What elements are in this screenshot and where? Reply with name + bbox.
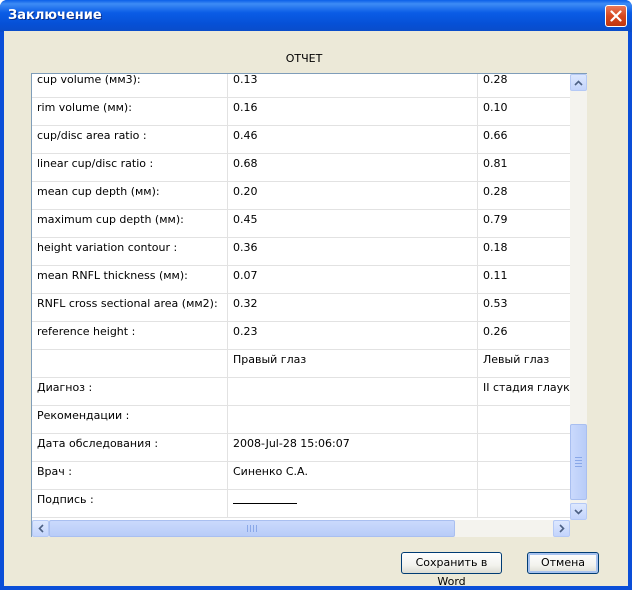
table-row: RNFL cross sectional area (мм2): 0.32 0.53 (32, 294, 570, 322)
left-eye-value: 0.10 (478, 98, 570, 126)
left-eye-value (478, 406, 570, 434)
horizontal-scrollbar[interactable] (32, 520, 570, 537)
scroll-left-button[interactable] (32, 520, 49, 537)
table-row: Диагноз : II стадия глаукомы (32, 378, 570, 406)
close-icon (610, 10, 622, 22)
left-eye-value: Левый глаз (478, 350, 570, 378)
signature-line (233, 493, 297, 504)
row-label: linear cup/disc ratio : (32, 154, 228, 182)
table-row: Врач : Синенко С.А. (32, 462, 570, 490)
left-eye-value (478, 434, 570, 462)
left-eye-value: II стадия глаукомы (478, 378, 570, 406)
left-eye-value: 0.26 (478, 322, 570, 350)
row-label: Диагноз : (32, 378, 228, 406)
row-label: Врач : (32, 462, 228, 490)
scroll-up-button[interactable] (570, 74, 587, 91)
left-eye-value (478, 490, 570, 518)
scroll-down-button[interactable] (570, 503, 587, 520)
right-eye-value: 0.13 (228, 74, 478, 98)
table-row: cup/disc area ratio :0.46 0.66 (32, 126, 570, 154)
row-label: mean cup depth (мм): (32, 182, 228, 210)
right-eye-value: 0.16 (228, 98, 478, 126)
table-row: mean cup depth (мм): 0.20 0.28 (32, 182, 570, 210)
table-row: cup volume (мм3): 0.13 0.28 (32, 74, 570, 98)
scrollbar-corner (570, 520, 587, 537)
horizontal-scroll-thumb[interactable] (49, 520, 455, 537)
table-row: mean RNFL thickness (мм): 0.07 0.11 (32, 266, 570, 294)
row-label: mean RNFL thickness (мм): (32, 266, 228, 294)
dialog-window: Заключение ОТЧЕТ cup volume (мм3): 0.13 0.… (0, 0, 632, 590)
vertical-scrollbar[interactable] (570, 74, 587, 520)
report-panel: cup volume (мм3): 0.13 0.28 rim volume (мм)… (31, 73, 587, 537)
right-eye-value (228, 378, 478, 406)
table-row: reference height :0.23 0.26 (32, 322, 570, 350)
table-row: Правый глаз Левый глаз (32, 350, 570, 378)
left-eye-value: 0.81 (478, 154, 570, 182)
table-row: Дата обследования :2008-Jul-28 15:06:07 (32, 434, 570, 462)
save-to-word-button[interactable]: Сохранить в Word (401, 552, 502, 588)
right-eye-value: Правый глаз (228, 350, 478, 378)
row-label: Подпись : (32, 490, 228, 518)
table-row: Рекомендации : (32, 406, 570, 434)
right-eye-value: 0.46 (228, 126, 478, 154)
left-eye-value: 0.79 (478, 210, 570, 238)
row-label: cup volume (мм3): (32, 74, 228, 98)
right-eye-value: 0.07 (228, 266, 478, 294)
window-title: Заключение (8, 8, 102, 23)
row-label: reference height : (32, 322, 228, 350)
row-label: height variation contour : (32, 238, 228, 266)
scroll-right-button[interactable] (553, 520, 570, 537)
table-row: maximum cup depth (мм): 0.45 0.79 (32, 210, 570, 238)
left-eye-value: 0.53 (478, 294, 570, 322)
right-eye-value: Синенко С.А. (228, 462, 478, 490)
right-eye-value (228, 406, 478, 434)
title-bar[interactable]: Заключение (0, 0, 632, 32)
row-label: rim volume (мм): (32, 98, 228, 126)
chevron-down-icon (574, 508, 583, 515)
table-row: Подпись : (32, 490, 570, 518)
row-label: maximum cup depth (мм): (32, 210, 228, 238)
left-eye-value: 0.11 (478, 266, 570, 294)
left-eye-value: 0.66 (478, 126, 570, 154)
cancel-button[interactable]: Отмена (527, 552, 599, 574)
table-row: rim volume (мм): 0.16 0.10 (32, 98, 570, 126)
row-label (32, 350, 228, 378)
table-row: height variation contour :0.36 0.18 (32, 238, 570, 266)
right-eye-value: 0.20 (228, 182, 478, 210)
row-label: cup/disc area ratio : (32, 126, 228, 154)
chevron-left-icon (37, 524, 44, 533)
right-eye-value: 0.68 (228, 154, 478, 182)
left-eye-value: 0.28 (478, 182, 570, 210)
row-label: Дата обследования : (32, 434, 228, 462)
chevron-up-icon (574, 79, 583, 86)
right-eye-value: 0.32 (228, 294, 478, 322)
row-label: Рекомендации : (32, 406, 228, 434)
table-row: linear cup/disc ratio :0.68 0.81 (32, 154, 570, 182)
right-eye-value: 2008-Jul-28 15:06:07 (228, 434, 478, 462)
right-eye-value: 0.23 (228, 322, 478, 350)
left-eye-value (478, 462, 570, 490)
left-eye-value: 0.28 (478, 74, 570, 98)
right-eye-value: 0.36 (228, 238, 478, 266)
chevron-right-icon (558, 524, 565, 533)
vertical-scroll-thumb[interactable] (570, 424, 587, 500)
close-button[interactable] (605, 5, 627, 27)
report-heading: ОТЧЕТ (285, 52, 323, 65)
report-table[interactable]: cup volume (мм3): 0.13 0.28 rim volume (мм)… (32, 74, 570, 520)
left-eye-value: 0.18 (478, 238, 570, 266)
row-label: RNFL cross sectional area (мм2): (32, 294, 228, 322)
right-eye-value: 0.45 (228, 210, 478, 238)
dialog-client-area: ОТЧЕТ cup volume (мм3): 0.13 0.28 rim volum… (4, 31, 628, 588)
